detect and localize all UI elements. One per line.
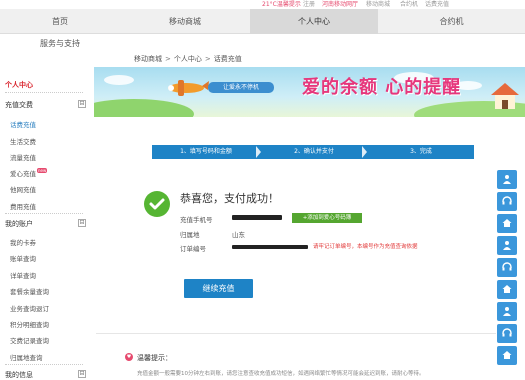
nav-mall[interactable]: 移动商城 [120,9,250,34]
step-3: 3、完成 [410,148,432,155]
sidebar-item-phone-recharge[interactable]: 话费充值 [10,119,36,129]
order-warning: 请牢记订单编号，本编号作为充值查询依据 [313,244,418,250]
continue-recharge-button[interactable]: 继续充值 [184,279,253,298]
breadcrumb-current: 话费充值 [213,55,242,63]
toplink-6[interactable]: 话费充值 [425,0,449,8]
progress-steps: 1、填写号码和金额 2、确认并支付 3、完成 [152,145,474,159]
person-icon[interactable] [497,170,517,189]
top-links-bar: 21°C温馨提示 注册 河南移动网厅 移动商城 合约机 话费充值 [0,0,525,9]
success-title: 恭喜您，支付成功！ [180,192,279,205]
sidebar-title: 个人中心 [5,81,33,89]
home-icon[interactable] [497,214,517,233]
success-check-icon [144,191,170,217]
new-badge: new [37,168,48,173]
cloud-decoration [104,75,134,85]
sidebar-item-payment-records[interactable]: 交费记录查询 [10,335,49,345]
add-to-love-book-button[interactable]: +添加到爱心号码簿 [292,213,362,223]
sidebar-item-bill-query[interactable]: 账单查询 [10,253,36,263]
collapse-icon[interactable]: ⊟ [78,219,86,227]
sidebar-item-detail-query[interactable]: 详单查询 [10,270,36,280]
sidebar-item-coupons[interactable]: 我的卡券 [10,237,36,247]
redacted-order-number [232,245,308,249]
toplink-5[interactable]: 合约机 [400,0,418,8]
redacted-phone [232,215,282,220]
sub-nav: 服务与支持 [0,35,525,53]
region-row: 归属地 山东 [180,229,245,239]
sidebar-group-info[interactable]: 我的信息 ⊟ [5,370,86,380]
person-icon[interactable] [497,236,517,255]
sidebar-item-service-unsubscribe[interactable]: 业务查询退订 [10,303,49,313]
sidebar-divider [5,92,83,93]
banner-headline: 爱的余额 心的提醒 [302,77,462,98]
sidebar-divider [5,364,83,365]
toplink-3[interactable]: 河南移动网厅 [322,0,358,8]
heart-icon: ♥ [125,353,133,361]
toplink-2[interactable]: 注册 [303,0,315,8]
banner-slogan: 让爱永不停机 [208,82,274,93]
house-icon [491,83,519,109]
region-label: 归属地 [180,231,200,239]
order-row: 订单编号 [180,243,308,253]
breadcrumb-mall[interactable]: 移动商城 [134,55,162,63]
sidebar-item-love-recharge[interactable]: 爱心充值 new [10,168,48,178]
sidebar-divider [5,213,83,214]
breadcrumb-separator: > [165,55,171,63]
headset-icon[interactable] [497,258,517,277]
main-nav: 首页 移动商城 个人中心 合约机 [0,9,525,34]
person-icon[interactable] [497,302,517,321]
sidebar-item-region-query[interactable]: 归属地查询 [10,352,43,362]
sidebar-item-other-network[interactable]: 他网充值 [10,184,36,194]
sidebar-item-life-payment[interactable]: 生活交费 [10,136,36,146]
nav-home[interactable]: 首页 [0,9,120,34]
toplink-4[interactable]: 移动商城 [366,0,390,8]
collapse-icon[interactable]: ⊟ [78,100,86,108]
toplink-1[interactable]: 21°C温馨提示 [262,0,301,8]
step-arrow-icon [256,146,261,158]
tips-text: 充值金额一般需要10分钟左右到账，请您注意查收充值成功短信，如遇网络繁忙等情况可… [137,371,425,377]
sidebar-item-data-recharge[interactable]: 流量充值 [10,152,36,162]
sidebar-group-account[interactable]: 我的账户 ⊟ [5,219,86,229]
breadcrumb-separator: > [204,55,211,63]
nav-contract-phone[interactable]: 合约机 [378,9,525,34]
sidebar-item-label: 爱心充值 [10,170,36,178]
headset-icon[interactable] [497,192,517,211]
home-icon[interactable] [497,346,517,365]
order-label: 订单编号 [180,245,206,253]
sidebar-group-label: 充值交费 [5,101,33,109]
collapse-icon[interactable]: ⊟ [78,370,86,378]
sidebar-group-label: 我的信息 [5,371,33,379]
sidebar-group-recharge[interactable]: 充值交费 ⊟ [5,100,86,110]
step-1: 1、填写号码和金额 [180,148,232,155]
sidebar: 个人中心 充值交费 ⊟ 话费充值 生活交费 流量充值 爱心充值 new 他网充值 … [0,66,86,380]
home-icon[interactable] [497,280,517,299]
phone-row: 充值手机号 [180,214,282,224]
airplane-icon [168,80,209,96]
hill-decoration [94,99,194,117]
breadcrumb: 移动商城 > 个人中心 > 话费充值 [134,54,242,64]
sidebar-item-fee-recharge[interactable]: 费用充值 [10,201,36,211]
step-2: 2、确认并支付 [294,148,334,155]
step-arrow-icon [362,146,367,158]
nav-personal-center[interactable]: 个人中心 [250,9,378,34]
floating-toolbar [497,170,517,380]
sidebar-group-label: 我的账户 [5,220,33,228]
nav-service-support[interactable]: 服务与支持 [40,38,80,49]
headset-icon[interactable] [497,324,517,343]
sidebar-item-points-detail[interactable]: 积分明细查询 [10,319,49,329]
breadcrumb-personal-center[interactable]: 个人中心 [174,55,202,63]
region-value: 山东 [232,231,245,239]
sidebar-item-plan-balance[interactable]: 套餐余量查询 [10,286,49,296]
tips-title: 温馨提示： [137,354,172,362]
promo-banner[interactable]: 让爱永不停机 爱的余额 心的提醒 [94,67,525,117]
phone-label: 充值手机号 [180,216,213,224]
section-divider [96,333,496,334]
